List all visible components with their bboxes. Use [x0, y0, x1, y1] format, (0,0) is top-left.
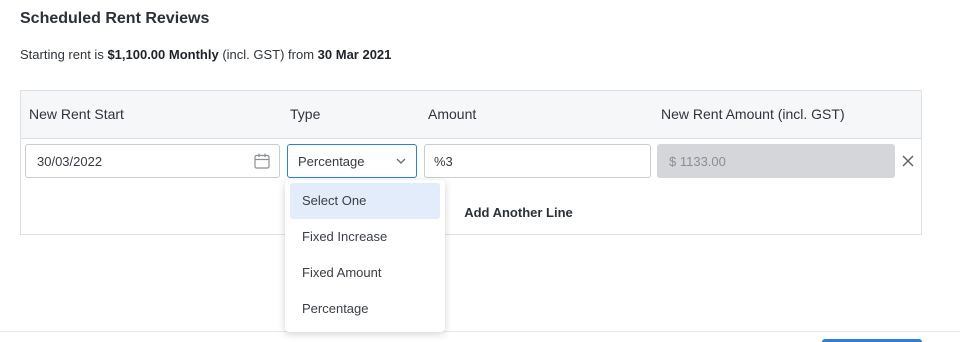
dropdown-option-percentage[interactable]: Percentage [290, 291, 440, 327]
type-select[interactable]: Percentage [287, 144, 417, 178]
date-input-value: 30/03/2022 [37, 154, 103, 169]
new-rent-start-date-input[interactable]: 30/03/2022 [25, 144, 280, 178]
section-title: Scheduled Rent Reviews [20, 10, 210, 27]
table-header: New Rent Start Type Amount New Rent Amou… [21, 91, 921, 139]
summary-amount: $1,100.00 Monthly [107, 47, 219, 62]
close-icon[interactable] [901, 154, 915, 168]
header-new-rent-amount: New Rent Amount (incl. GST) [661, 106, 845, 122]
header-new-rent-start: New Rent Start [29, 106, 124, 122]
chevron-down-icon [396, 158, 406, 164]
summary-prefix: Starting rent is [20, 47, 108, 62]
dropdown-option-fixed-amount[interactable]: Fixed Amount [290, 255, 440, 291]
new-rent-amount-value: $ 1133.00 [669, 154, 726, 169]
new-rent-amount-field: $ 1133.00 [657, 144, 895, 178]
calendar-icon[interactable] [253, 152, 271, 170]
header-amount: Amount [428, 106, 477, 122]
type-select-value: Percentage [298, 154, 365, 169]
rent-review-table: New Rent Start Type Amount New Rent Amou… [20, 90, 922, 235]
dropdown-option-select-one[interactable]: Select One [290, 183, 440, 219]
summary-date: 30 Mar 2021 [317, 47, 392, 62]
header-type: Type [290, 106, 321, 122]
amount-input-value: %3 [434, 154, 453, 169]
type-dropdown-menu: Select One Fixed Increase Fixed Amount P… [285, 180, 445, 332]
add-another-line-button[interactable]: Add Another Line [21, 205, 921, 220]
rent-review-page: Scheduled Rent Reviews Starting rent is … [0, 0, 960, 342]
summary-mid: (incl. GST) from [218, 47, 318, 62]
amount-input[interactable]: %3 [424, 144, 651, 178]
dropdown-option-fixed-increase[interactable]: Fixed Increase [290, 219, 440, 255]
footer-divider [0, 331, 960, 332]
starting-rent-summary: Starting rent is $1,100.00 Monthly (incl… [20, 47, 391, 62]
